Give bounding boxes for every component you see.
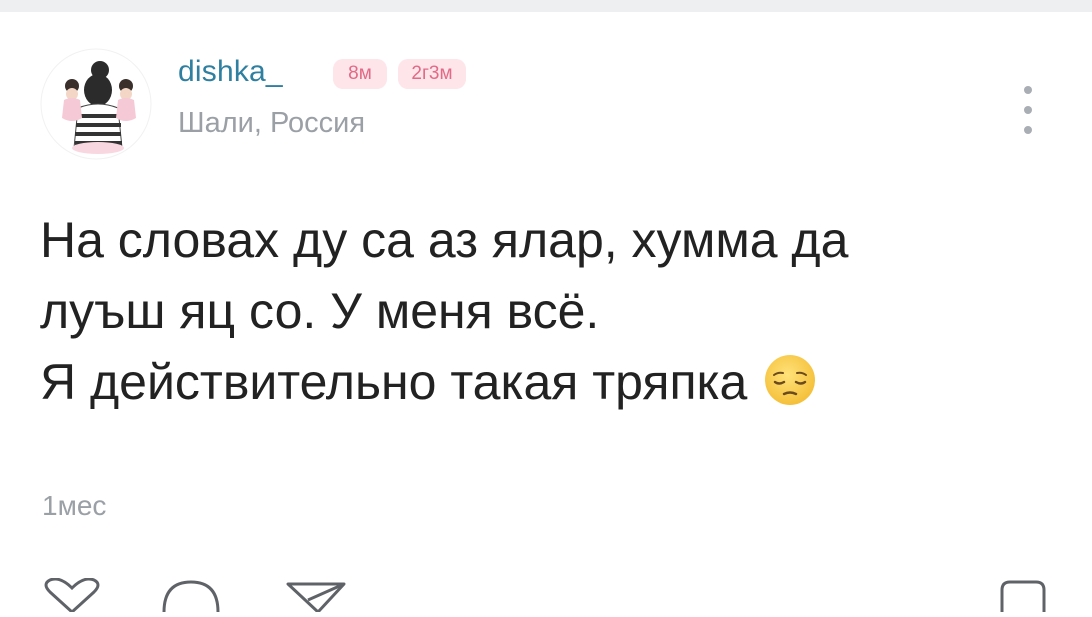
avatar[interactable] xyxy=(40,48,152,160)
share-icon xyxy=(286,582,346,614)
like-button[interactable] xyxy=(40,577,104,615)
post-timestamp: 1мес xyxy=(42,490,107,521)
comment-icon xyxy=(162,580,220,613)
more-options-button[interactable] xyxy=(1010,80,1046,140)
post-text-line-with-emoji: Я действительно такая тряпка xyxy=(40,347,1040,418)
bookmark-icon xyxy=(1000,580,1046,612)
bookmark-button[interactable] xyxy=(998,578,1048,612)
more-options-icon xyxy=(1024,106,1032,114)
status-badge: 2г3м xyxy=(398,59,466,89)
more-options-icon xyxy=(1024,126,1032,134)
share-button[interactable] xyxy=(284,578,348,614)
post-text-line: Я действительно такая тряпка xyxy=(40,354,748,410)
like-icon xyxy=(44,577,100,615)
post-text-line: На словах ду са аз ялар, хумма да xyxy=(40,212,849,268)
post-text: На словах ду са аз ялар, хумма да луъш я… xyxy=(40,205,1040,418)
more-options-icon xyxy=(1024,86,1032,94)
status-badge: 8м xyxy=(333,59,387,89)
comment-button[interactable] xyxy=(160,578,222,613)
post-card: dishka_ 8м 2г3м Шали, Россия На словах д… xyxy=(0,12,1092,615)
pensive-face-icon xyxy=(765,355,816,405)
top-bar xyxy=(0,0,1092,12)
avatar-illustration xyxy=(40,48,152,160)
username[interactable]: dishka_ xyxy=(178,55,283,89)
post-text-line: луъш яц со. У меня всё. xyxy=(40,283,600,339)
author-location: Шали, Россия xyxy=(178,107,366,139)
